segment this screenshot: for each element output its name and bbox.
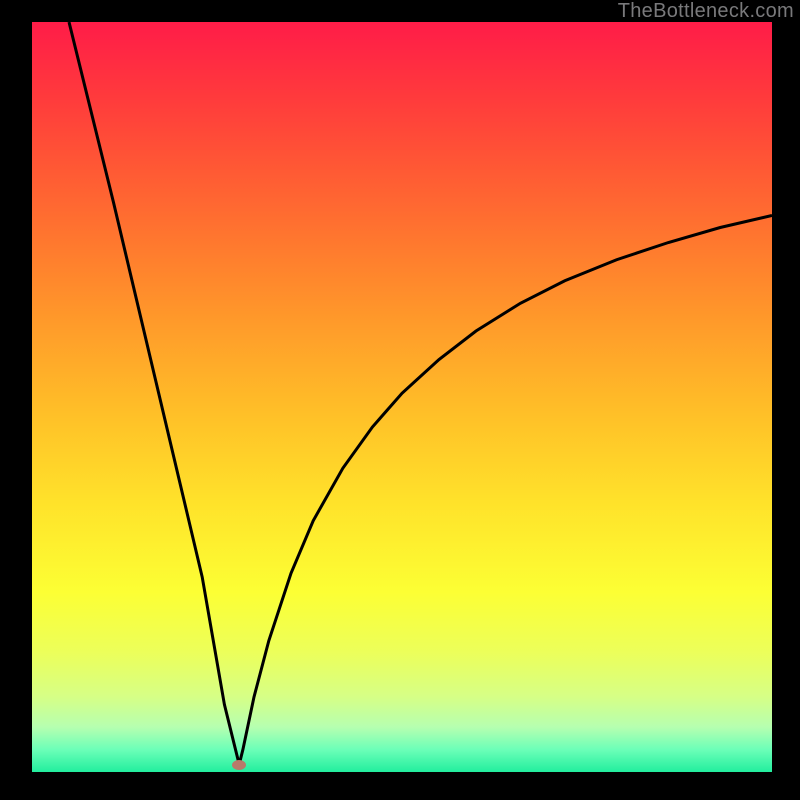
minimum-marker bbox=[232, 760, 246, 770]
chart-frame: TheBottleneck.com bbox=[0, 0, 800, 800]
plot-area bbox=[32, 22, 772, 772]
curve-layer bbox=[32, 22, 772, 772]
watermark-text: TheBottleneck.com bbox=[618, 0, 794, 23]
bottleneck-curve bbox=[69, 22, 772, 765]
